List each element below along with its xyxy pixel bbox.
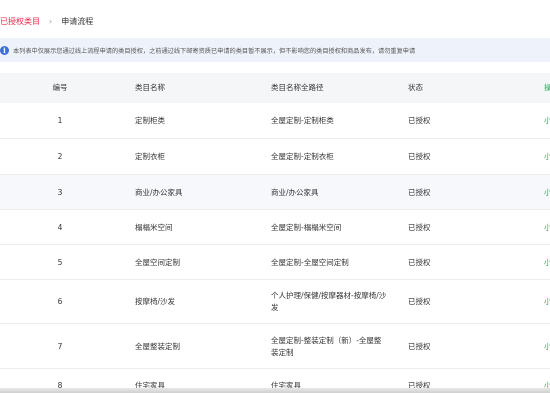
cell-name: 榻榻米空间 [135, 222, 173, 232]
cell-operation-link[interactable]: 小 [544, 151, 550, 163]
cell-path: 全屋定制-定制衣柜 [271, 152, 334, 161]
info-icon: i [0, 45, 9, 55]
cell-no: 1 [57, 116, 63, 125]
cell-path: 个人护理/保健/按摩器材-按摩椅/沙发 [271, 291, 387, 312]
cell-no: 5 [57, 257, 63, 267]
cell-path: 全屋定制-全屋空间定制 [271, 257, 349, 267]
cell-no: 6 [57, 297, 63, 306]
table-row: 3 商业/办公家具 商业/办公家具 已授权 小 [0, 175, 550, 210]
cell-path: 全屋定制-榻榻米空间 [271, 222, 342, 232]
breadcrumb-link-authorized-categories[interactable]: 已授权类目 [0, 16, 40, 27]
category-table: 编号 类目名称 类目名称全路径 状态 操 1 定制柜类 全屋定制-定制柜类 已授… [0, 73, 550, 393]
cell-path: 全屋定制-定制柜类 [271, 116, 334, 125]
cell-status: 已授权 [408, 152, 431, 161]
header-no: 编号 [52, 83, 68, 92]
cell-name: 全屋空间定制 [135, 257, 180, 267]
breadcrumb-current: 申请流程 [61, 16, 94, 26]
cell-status: 已授权 [408, 116, 431, 125]
breadcrumb: 已授权类目 › 申请流程 [0, 13, 93, 29]
cell-status: 已授权 [408, 257, 431, 267]
table-row: 2 定制衣柜 全屋定制-定制衣柜 已授权 小 [0, 139, 550, 175]
cell-status: 已授权 [408, 297, 431, 306]
cell-path: 商业/办公家具 [271, 187, 319, 197]
cell-status: 已授权 [408, 187, 431, 197]
table-row: 5 全屋空间定制 全屋定制-全屋空间定制 已授权 小 [0, 245, 550, 280]
cell-no: 2 [57, 152, 63, 161]
notice-banner: i 本列表中仅展示您通过线上流程申请的类目授权，之前通过线下邮寄资质已申请的类目… [0, 38, 550, 62]
horizontal-scrollbar[interactable] [0, 388, 550, 393]
cell-name: 定制柜类 [135, 116, 165, 125]
header-operation: 操 [544, 83, 550, 92]
cell-no: 7 [57, 341, 63, 351]
notice-text: 本列表中仅展示您通过线上流程申请的类目授权，之前通过线下邮寄资质已申请的类目暂不… [13, 47, 416, 55]
cell-name: 全屋整装定制 [135, 341, 180, 351]
cell-path: 全屋定制-整装定制（新）-全屋整装定制 [271, 335, 382, 357]
cell-operation-link[interactable]: 小 [544, 296, 550, 308]
breadcrumb-separator: › [49, 16, 53, 26]
table-header: 编号 类目名称 类目名称全路径 状态 操 [0, 73, 550, 103]
header-name: 类目名称 [135, 83, 165, 92]
cell-no: 3 [57, 187, 63, 197]
cell-no: 4 [57, 222, 63, 232]
header-status: 状态 [408, 83, 423, 92]
cell-operation-link[interactable]: 小 [544, 115, 550, 127]
cell-status: 已授权 [408, 222, 431, 232]
cell-operation-link[interactable]: 小 [544, 187, 550, 199]
cell-operation-link[interactable]: 小 [544, 341, 550, 353]
cell-operation-link[interactable]: 小 [544, 222, 550, 234]
table-row: 1 定制柜类 全屋定制-定制柜类 已授权 小 [0, 103, 550, 139]
cell-name: 商业/办公家具 [135, 187, 183, 197]
cell-operation-link[interactable]: 小 [544, 257, 550, 269]
header-path: 类目名称全路径 [271, 83, 324, 92]
cell-name: 定制衣柜 [135, 152, 165, 161]
cell-status: 已授权 [408, 341, 431, 351]
table-row: 4 榻榻米空间 全屋定制-榻榻米空间 已授权 小 [0, 210, 550, 245]
table-row: 6 按摩椅/沙发 个人护理/保健/按摩器材-按摩椅/沙发 已授权 小 [0, 280, 550, 324]
cell-name: 按摩椅/沙发 [135, 297, 176, 306]
table-row: 7 全屋整装定制 全屋定制-整装定制（新）-全屋整装定制 已授权 小 [0, 324, 550, 369]
